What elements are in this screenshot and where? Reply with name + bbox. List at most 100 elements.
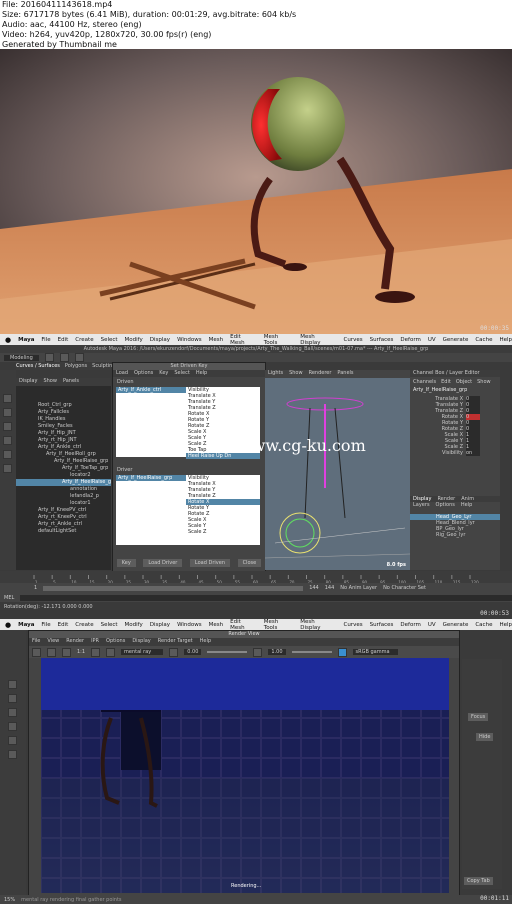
mac-menu-item[interactable]: Display xyxy=(150,337,170,343)
mac-menu-item[interactable]: Surfaces xyxy=(370,622,394,628)
mac-menu-item[interactable]: Windows xyxy=(177,622,202,628)
mac-menu-item[interactable]: Edit xyxy=(58,622,69,628)
mac-menu-item[interactable]: File xyxy=(41,622,50,628)
mel-input[interactable] xyxy=(20,594,512,601)
shelf-tab[interactable]: Polygons xyxy=(65,363,87,369)
focus-button[interactable]: Focus xyxy=(468,713,489,721)
sdk-menu[interactable]: Load xyxy=(116,370,128,377)
apple-icon[interactable]: ● xyxy=(5,336,11,344)
channel-menu[interactable]: Edit xyxy=(441,379,451,385)
outliner-item[interactable]: locator2 xyxy=(16,472,111,479)
render-view-menu[interactable]: View xyxy=(47,638,59,646)
mac-menu-item[interactable]: Deform xyxy=(400,337,420,343)
anim-layer-dropdown[interactable]: No Anim Layer xyxy=(340,585,377,591)
mac-menu-item[interactable]: UV xyxy=(428,622,436,628)
mac-menu-item[interactable]: Display xyxy=(150,622,170,628)
mac-menu-item[interactable]: File xyxy=(41,337,50,343)
channel-menu[interactable]: Show xyxy=(477,379,491,385)
mac-menu-item[interactable]: Windows xyxy=(177,337,202,343)
move-tool-icon[interactable] xyxy=(3,436,12,445)
mel-label[interactable]: MEL xyxy=(4,595,14,601)
driver-object-list[interactable]: Arty_lf_HeelRaise_grp xyxy=(116,475,186,545)
viewport-menu[interactable]: Lights xyxy=(268,370,283,378)
lasso-tool-icon[interactable] xyxy=(3,408,12,417)
load-driven-button[interactable]: Load Driven xyxy=(189,559,231,567)
mac-menu-item[interactable]: Create xyxy=(75,337,93,343)
mac-menu-item[interactable]: Mesh Tools xyxy=(264,619,294,631)
lasso-tool-icon[interactable] xyxy=(8,694,17,703)
viewport-menu[interactable]: Panels xyxy=(337,370,353,378)
outliner-menu[interactable]: Display xyxy=(19,378,37,386)
outliner-item[interactable]: Arty_rt_KneePv_ctrl xyxy=(16,514,111,521)
mac-menu-item[interactable]: UV xyxy=(428,337,436,343)
channel-menu[interactable]: Object xyxy=(456,379,472,385)
outliner-menu[interactable]: Show xyxy=(43,378,57,386)
driver-attr-list[interactable]: Visibility Translate X Translate Y Trans… xyxy=(186,475,260,545)
driver-attr[interactable]: Scale Z xyxy=(186,529,260,535)
mac-menu-item[interactable]: Mesh xyxy=(209,337,223,343)
outliner-item[interactable]: Arty_lf_HeelRaise_grp xyxy=(16,458,111,465)
color-management-icon[interactable] xyxy=(337,647,347,657)
zoom-label[interactable]: 1:1 xyxy=(77,649,85,655)
outliner-menu[interactable]: Panels xyxy=(63,378,79,386)
outliner-item[interactable]: Arty_lf_ToeTap_grp xyxy=(16,465,111,472)
scale-tool-icon[interactable] xyxy=(8,750,17,759)
exposure-slider[interactable] xyxy=(207,651,248,653)
outliner-item[interactable]: Arty_lf_Ankle_ctrl xyxy=(16,444,111,451)
render-view-menu[interactable]: Help xyxy=(200,638,211,646)
sdk-menu[interactable]: Help xyxy=(196,370,207,377)
layer-menu[interactable]: Help xyxy=(461,502,472,508)
outliner-item[interactable]: Arty_lf_KneePV_ctrl xyxy=(16,507,111,514)
mac-menu-item[interactable]: Curves xyxy=(343,337,362,343)
gamma-slider[interactable] xyxy=(291,651,332,653)
render-view-menu[interactable]: IPR xyxy=(91,638,99,646)
mac-menu-item[interactable]: Edit Mesh xyxy=(230,334,257,346)
mac-menu-item[interactable]: Deform xyxy=(400,622,420,628)
ipr-render-icon[interactable] xyxy=(47,647,56,657)
mac-menu-item[interactable]: Surfaces xyxy=(370,337,394,343)
render-view-menu[interactable]: Render xyxy=(66,638,84,646)
mac-menu-item[interactable]: Mesh Display xyxy=(300,619,336,631)
alpha-channel-icon[interactable] xyxy=(106,647,116,657)
open-scene-icon[interactable] xyxy=(59,353,69,362)
driver-object[interactable]: Arty_lf_HeelRaise_grp xyxy=(116,475,186,481)
sdk-menu[interactable]: Select xyxy=(174,370,189,377)
timeline[interactable]: 1510152025303540455055606570758085909510… xyxy=(0,571,512,585)
outliner-item[interactable]: annotation xyxy=(16,486,111,493)
range-end[interactable]: 144 xyxy=(309,585,319,591)
color-space-dropdown[interactable]: sRGB gamma xyxy=(352,649,398,655)
mac-menu-item[interactable]: Cache xyxy=(475,622,492,628)
hide-button[interactable]: Hide xyxy=(476,733,494,741)
new-scene-icon[interactable] xyxy=(44,353,54,362)
sdk-menu[interactable]: Options xyxy=(134,370,153,377)
layer-menu[interactable]: Layers xyxy=(413,502,430,508)
mac-menu-item[interactable]: Maya xyxy=(18,337,34,343)
exposure-field[interactable]: 0.00 xyxy=(184,649,202,655)
character-set-dropdown[interactable]: No Character Set xyxy=(383,585,426,591)
channel-attr-value[interactable]: on xyxy=(466,450,480,456)
mac-menu-item[interactable]: Cache xyxy=(475,337,492,343)
layer-item[interactable]: Rig_Geo_lyr xyxy=(410,532,500,538)
rgb-channel-icon[interactable] xyxy=(91,647,101,657)
render-view-menu[interactable]: File xyxy=(32,638,40,646)
outliner-item[interactable]: locator1 xyxy=(16,500,111,507)
gamma-field[interactable]: 1.00 xyxy=(268,649,286,655)
mode-dropdown[interactable]: Modeling xyxy=(4,354,39,361)
shelf-tab[interactable]: Curves / Surfaces xyxy=(16,363,60,369)
mac-menu-item[interactable]: Maya xyxy=(18,622,34,628)
channel-row[interactable]: Visibility on xyxy=(410,450,500,456)
driven-object[interactable]: Arty_lf_Ankle_ctrl xyxy=(116,387,186,393)
outliner-item[interactable]: Smiley_Facles xyxy=(16,423,111,430)
apple-icon[interactable]: ● xyxy=(5,621,11,629)
mac-menu-item[interactable]: Select xyxy=(101,337,118,343)
outliner-item[interactable]: Root_Ctrl_grp xyxy=(16,402,111,409)
mac-menu-item[interactable]: Generate xyxy=(443,622,469,628)
range-start[interactable]: 1 xyxy=(34,585,37,591)
paint-tool-icon[interactable] xyxy=(8,708,17,717)
mac-menu-item[interactable]: Curves xyxy=(343,622,362,628)
paint-tool-icon[interactable] xyxy=(3,422,12,431)
outliner-item[interactable]: IK_Handles xyxy=(16,416,111,423)
channel-menu[interactable]: Channels xyxy=(413,379,436,385)
mac-menu-item[interactable]: Help xyxy=(499,622,512,628)
copy-tab-button[interactable]: Copy Tab xyxy=(464,877,493,885)
